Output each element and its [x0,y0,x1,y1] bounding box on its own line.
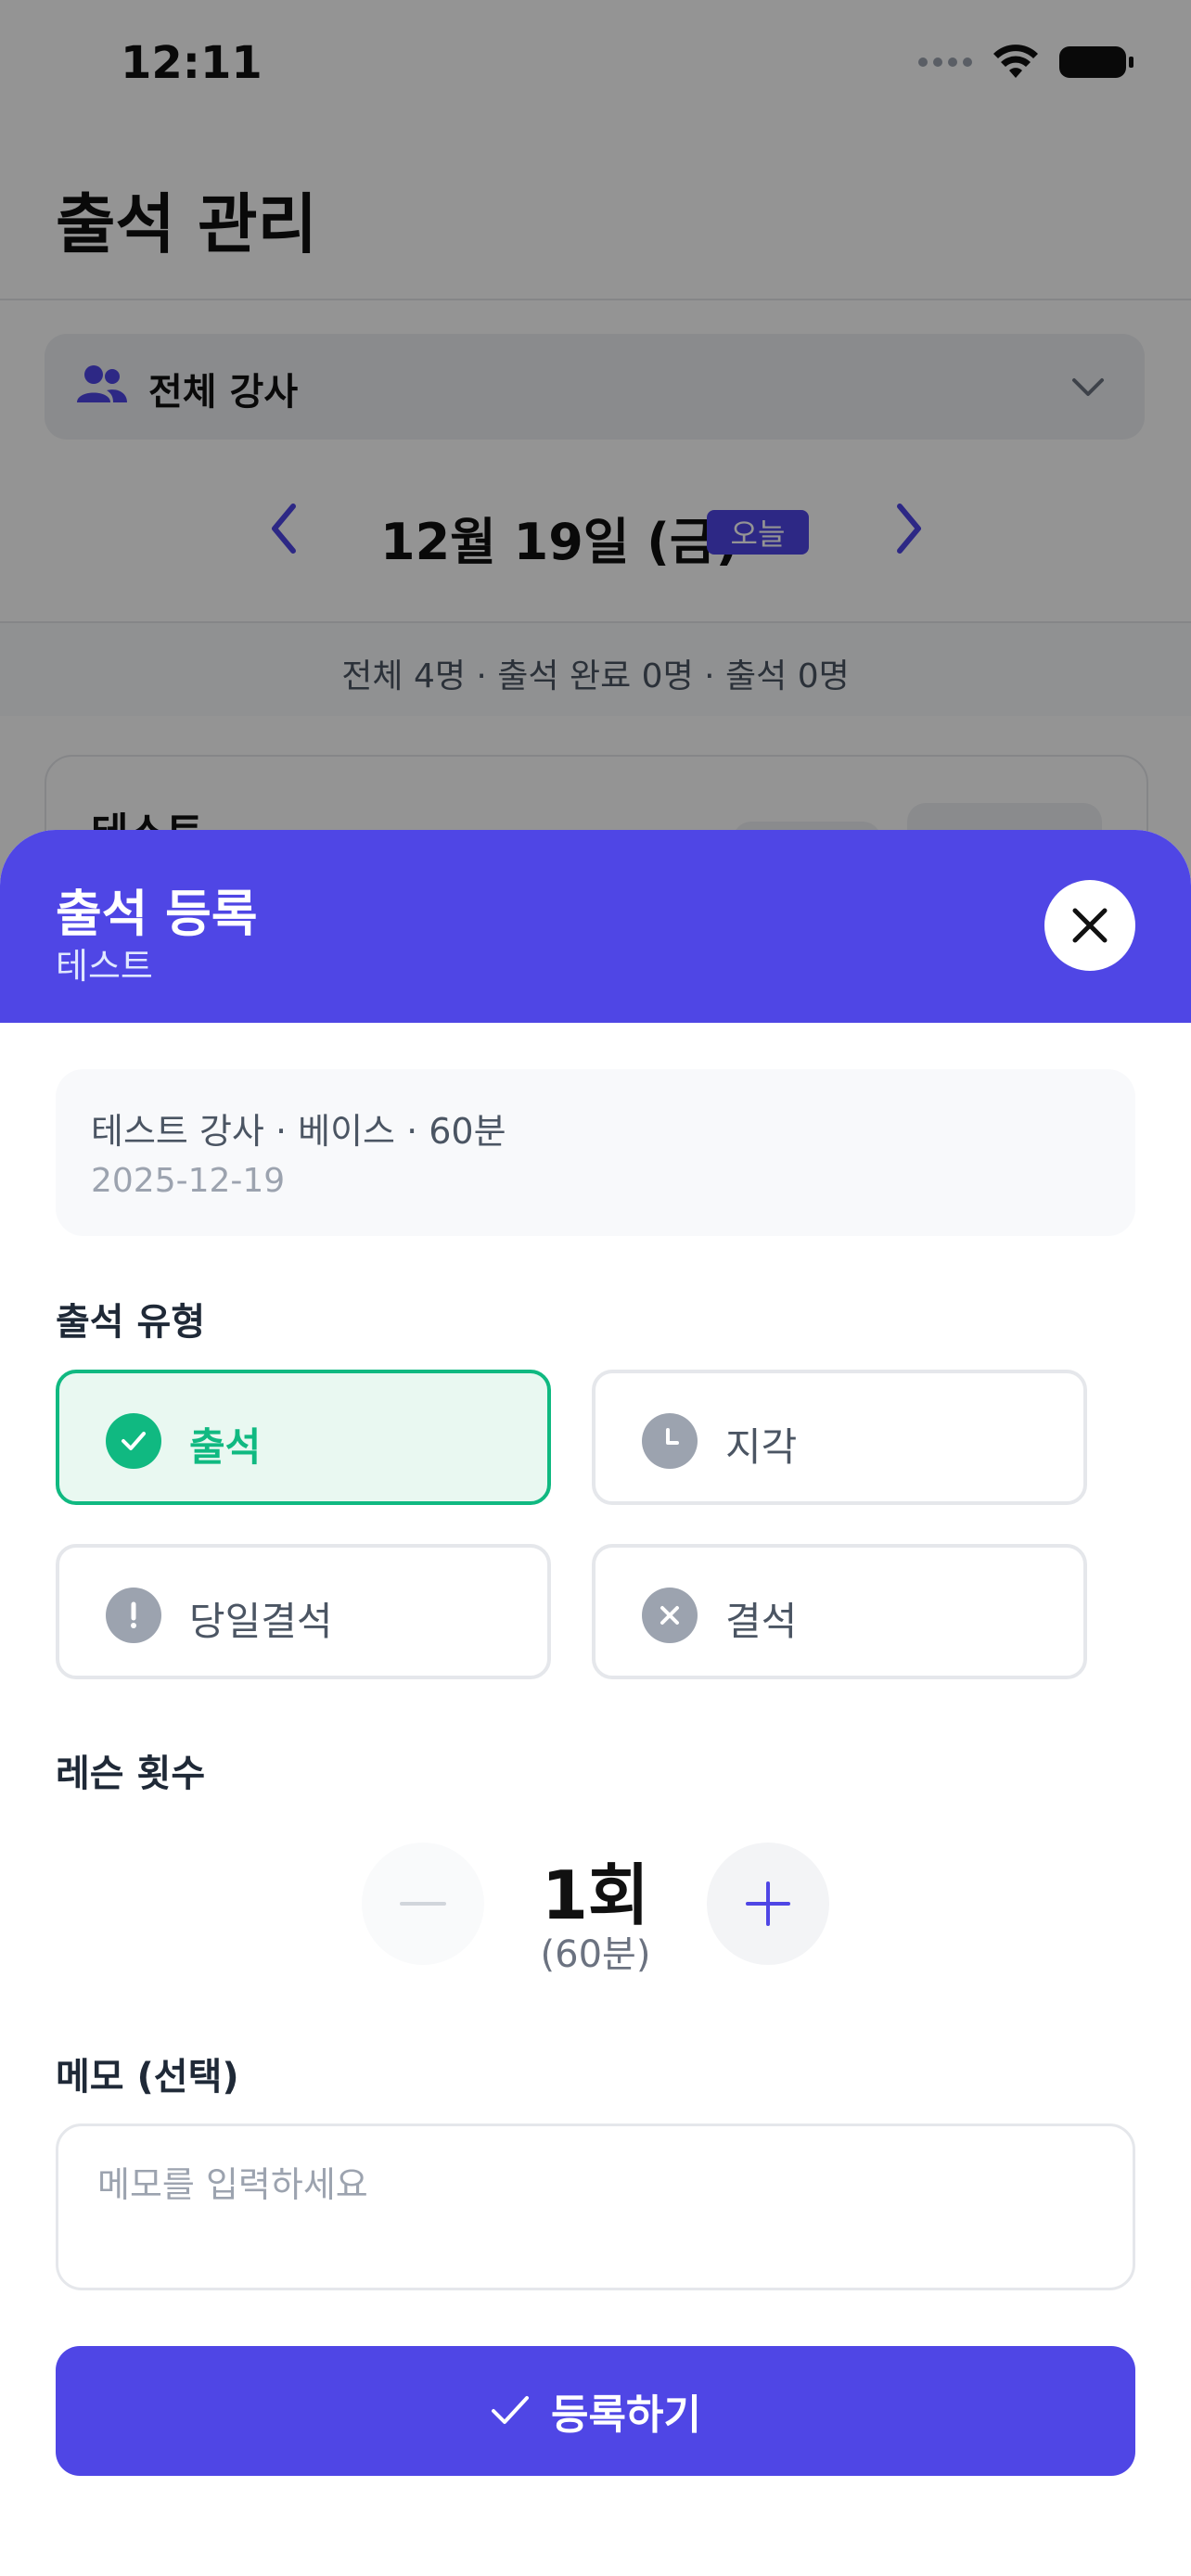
lesson-count-label: 레슨 횟수 [56,1753,206,1795]
submit-button-label: 등록하기 [551,2391,701,2439]
check-icon [492,2396,530,2424]
type-option-label: 결석 [725,1599,798,1644]
type-option-label: 출석 [189,1424,262,1470]
type-option-label: 당일결석 [189,1599,333,1644]
sheet-subtitle: 테스트 [56,946,153,987]
type-option-absent[interactable]: 결석 [592,1544,1087,1679]
submit-button[interactable]: 등록하기 [56,2346,1135,2476]
attendance-register-sheet: 출석 등록 테스트 테스트 강사 · 베이스 · 60분 2025-12-19 … [0,830,1191,2576]
plus-icon [746,1881,790,1926]
clock-icon [642,1413,698,1469]
type-option-late[interactable]: 지각 [592,1370,1087,1505]
memo-field[interactable] [56,2123,1135,2290]
sheet-title: 출석 등록 [56,885,258,943]
lesson-info-card: 테스트 강사 · 베이스 · 60분 2025-12-19 [56,1069,1135,1236]
close-button[interactable] [1044,880,1135,971]
attendance-type-label: 출석 유형 [56,1301,206,1344]
sheet-header: 출석 등록 테스트 [0,830,1191,1023]
type-option-attend[interactable]: 출석 [56,1370,551,1505]
lesson-info-date: 2025-12-19 [91,1162,286,1200]
increment-button[interactable] [707,1843,829,1965]
x-circle-icon [642,1588,698,1643]
lesson-info-line: 테스트 강사 · 베이스 · 60분 [91,1111,506,1152]
check-circle-icon [106,1413,161,1469]
exclamation-icon [106,1588,161,1643]
memo-label: 메모 (선택) [56,2056,239,2098]
type-option-label: 지각 [725,1424,798,1470]
type-option-same-day-absence[interactable]: 당일결석 [56,1544,551,1679]
lesson-duration: (60분) [540,1933,651,1976]
close-icon [1072,908,1108,943]
memo-input[interactable] [58,2126,1133,2288]
